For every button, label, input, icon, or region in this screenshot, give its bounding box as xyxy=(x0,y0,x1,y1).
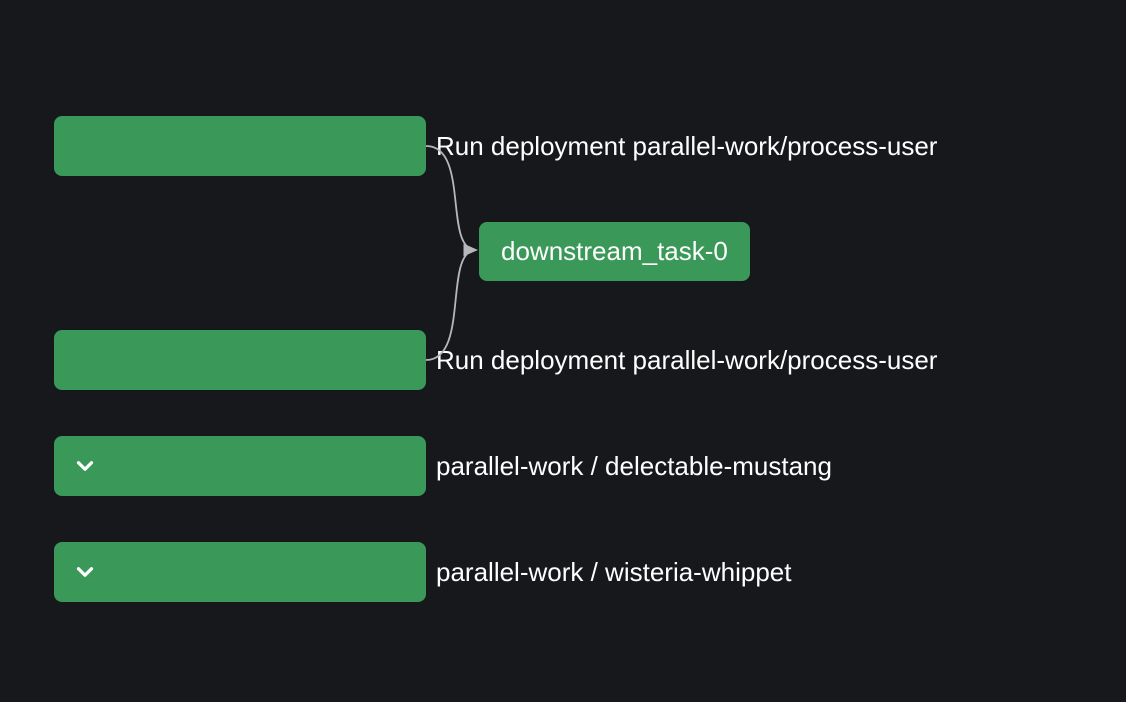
downstream-task-label: downstream_task-0 xyxy=(501,236,728,266)
downstream-task-node[interactable]: downstream_task-0 xyxy=(479,222,750,281)
task-label-wisteria-whippet: parallel-work / wisteria-whippet xyxy=(436,558,791,587)
task-block-run-deployment-2[interactable] xyxy=(54,330,426,390)
task-block-run-deployment-1[interactable] xyxy=(54,116,426,176)
task-block-delectable-mustang[interactable] xyxy=(54,436,426,496)
task-label-delectable-mustang: parallel-work / delectable-mustang xyxy=(436,452,832,481)
chevron-down-icon xyxy=(72,453,98,479)
chevron-down-icon xyxy=(72,559,98,585)
task-label-run-deployment-2: Run deployment parallel-work/process-use… xyxy=(436,346,937,375)
task-block-wisteria-whippet[interactable] xyxy=(54,542,426,602)
task-label-run-deployment-1: Run deployment parallel-work/process-use… xyxy=(436,132,937,161)
